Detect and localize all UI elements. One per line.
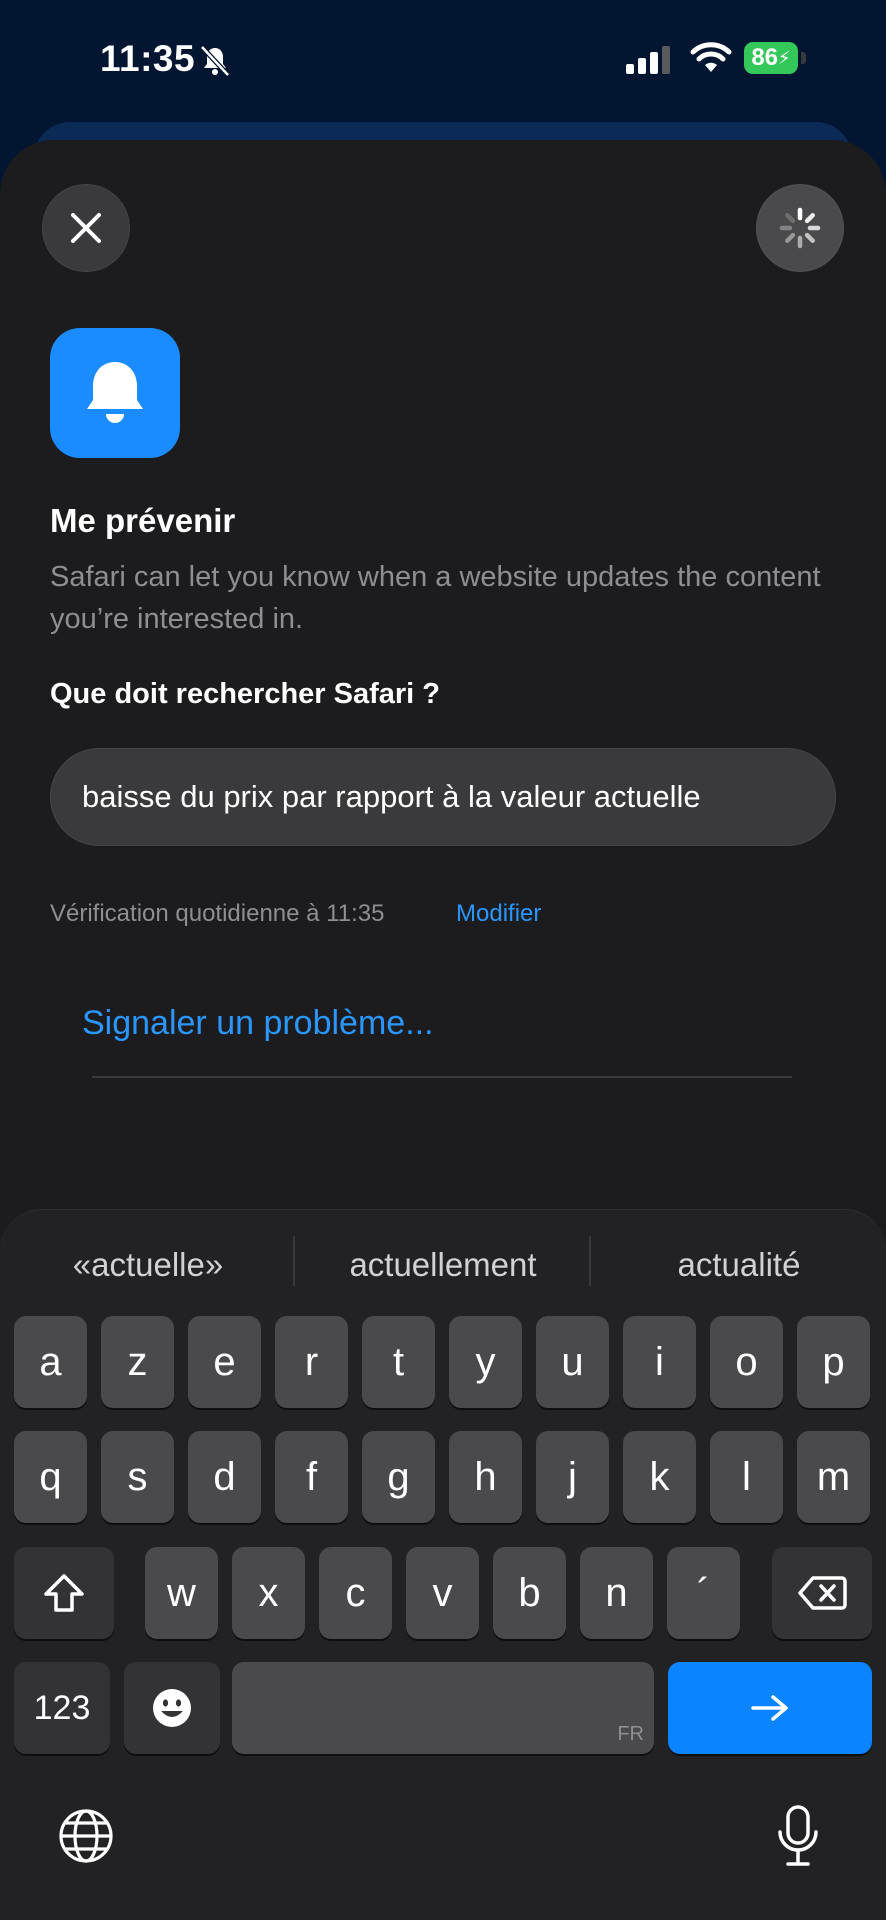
- key-c[interactable]: c: [319, 1547, 392, 1639]
- key-accent[interactable]: ´: [667, 1547, 740, 1639]
- key-x[interactable]: x: [232, 1547, 305, 1639]
- report-problem-link[interactable]: Signaler un problème...: [82, 1004, 434, 1043]
- numbers-key[interactable]: 123: [14, 1662, 110, 1754]
- go-key[interactable]: [668, 1662, 872, 1754]
- key-h[interactable]: h: [449, 1431, 522, 1523]
- bell-app-icon: [50, 328, 180, 458]
- globe-icon[interactable]: [58, 1808, 114, 1864]
- key-w[interactable]: w: [145, 1547, 218, 1639]
- key-v[interactable]: v: [406, 1547, 479, 1639]
- suggestion-separator: [293, 1236, 295, 1286]
- suggestion-1[interactable]: «actuelle»: [8, 1234, 288, 1296]
- key-y[interactable]: y: [449, 1316, 522, 1408]
- microphone-icon[interactable]: [776, 1804, 820, 1868]
- key-f[interactable]: f: [275, 1431, 348, 1523]
- key-t[interactable]: t: [362, 1316, 435, 1408]
- key-z[interactable]: z: [101, 1316, 174, 1408]
- search-criteria-input[interactable]: baisse du prix par rapport à la valeur a…: [50, 748, 836, 846]
- suggestion-separator: [589, 1236, 591, 1286]
- battery-level: 86: [751, 44, 779, 71]
- key-m[interactable]: m: [797, 1431, 870, 1523]
- description-text: Safari can let you know when a website u…: [50, 561, 821, 635]
- wifi-icon: [690, 42, 732, 72]
- cellular-signal-icon: [626, 46, 670, 74]
- key-b[interactable]: b: [493, 1547, 566, 1639]
- emoji-key[interactable]: [124, 1662, 220, 1754]
- suggestion-3[interactable]: actualité: [599, 1234, 879, 1296]
- shift-key[interactable]: [14, 1547, 114, 1639]
- suggestion-2[interactable]: actuellement: [303, 1234, 583, 1296]
- backspace-key[interactable]: [772, 1547, 872, 1639]
- bell-slash-icon: [200, 45, 230, 77]
- key-a[interactable]: a: [14, 1316, 87, 1408]
- backspace-icon: [798, 1576, 847, 1610]
- bell-icon: [87, 362, 143, 423]
- search-criteria-value: baisse du prix par rapport à la valeur a…: [82, 779, 701, 814]
- key-p[interactable]: p: [797, 1316, 870, 1408]
- key-o[interactable]: o: [710, 1316, 783, 1408]
- battery-charging-icon: 86 ⚡: [744, 42, 808, 74]
- question-label: Que doit rechercher Safari ?: [50, 678, 441, 710]
- close-icon: [71, 213, 101, 243]
- space-language-label: FR: [617, 1723, 644, 1745]
- modify-link[interactable]: Modifier: [456, 900, 541, 928]
- key-r[interactable]: r: [275, 1316, 348, 1408]
- close-button[interactable]: [42, 184, 130, 272]
- loading-button[interactable]: [756, 184, 844, 272]
- key-e[interactable]: e: [188, 1316, 261, 1408]
- key-j[interactable]: j: [536, 1431, 609, 1523]
- emoji-icon: [153, 1689, 191, 1727]
- return-arrow-icon: [751, 1695, 788, 1721]
- divider: [92, 1076, 792, 1078]
- key-k[interactable]: k: [623, 1431, 696, 1523]
- loading-spinner-icon: [779, 207, 821, 249]
- space-key[interactable]: FR: [232, 1662, 654, 1754]
- key-d[interactable]: d: [188, 1431, 261, 1523]
- key-i[interactable]: i: [623, 1316, 696, 1408]
- key-g[interactable]: g: [362, 1431, 435, 1523]
- check-schedule-text: Vérification quotidienne à 11:35: [50, 900, 385, 927]
- key-u[interactable]: u: [536, 1316, 609, 1408]
- shift-icon: [44, 1574, 84, 1612]
- status-time: 11:35: [100, 38, 196, 79]
- key-l[interactable]: l: [710, 1431, 783, 1523]
- key-n[interactable]: n: [580, 1547, 653, 1639]
- page-title: Me prévenir: [50, 502, 236, 539]
- key-q[interactable]: q: [14, 1431, 87, 1523]
- key-s[interactable]: s: [101, 1431, 174, 1523]
